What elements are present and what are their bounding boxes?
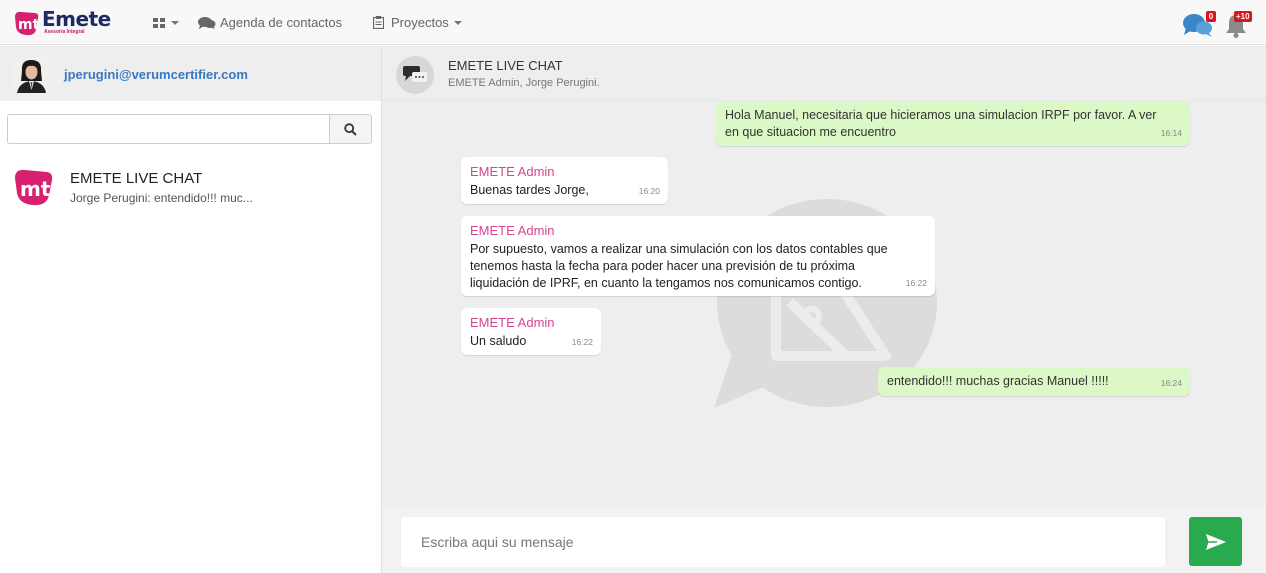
clipboard-icon bbox=[373, 16, 384, 29]
chat-window: EMETE LIVE CHAT EMETE Admin, Jorge Perug… bbox=[382, 46, 1266, 573]
message-incoming: EMETE Admin Buenas tardes Jorge, 16:20 bbox=[461, 157, 668, 204]
message-sender: EMETE Admin bbox=[470, 315, 555, 330]
message-time: 16:14 bbox=[1160, 128, 1182, 138]
notifications-button[interactable]: +10 bbox=[1222, 8, 1256, 38]
message-text: Hola Manuel, necesitaria que hicieramos … bbox=[725, 108, 1157, 139]
avatar[interactable] bbox=[13, 57, 50, 93]
paper-plane-icon bbox=[1205, 533, 1226, 550]
svg-text:mt: mt bbox=[18, 17, 40, 33]
message-sender: EMETE Admin bbox=[470, 164, 555, 179]
chat-header: EMETE LIVE CHAT EMETE Admin, Jorge Perug… bbox=[382, 46, 1266, 101]
apps-menu-dropdown[interactable] bbox=[153, 0, 179, 45]
chat-title: EMETE LIVE CHAT bbox=[448, 58, 563, 73]
nav-projects-dropdown[interactable]: Proyectos bbox=[373, 0, 462, 45]
svg-text:mt: mt bbox=[20, 177, 51, 201]
search-icon bbox=[344, 122, 357, 136]
search-button[interactable] bbox=[329, 114, 372, 144]
current-user-bar: jperugini@verumcertifier.com bbox=[0, 46, 381, 101]
message-time: 16:20 bbox=[638, 186, 660, 196]
notifications-count-badge: +10 bbox=[1234, 11, 1252, 22]
conversation-search bbox=[7, 114, 372, 144]
message-composer bbox=[382, 507, 1266, 573]
chat-notifications-button[interactable]: 0 bbox=[1182, 8, 1216, 38]
message-outgoing: entendido!!! muchas gracias Manuel !!!!!… bbox=[878, 367, 1190, 396]
message-outgoing: Hola Manuel, necesitaria que hicieramos … bbox=[716, 101, 1190, 146]
conversation-item[interactable]: mt EMETE LIVE CHAT Jorge Perugini: enten… bbox=[0, 158, 381, 218]
message-text: entendido!!! muchas gracias Manuel !!!!! bbox=[887, 374, 1109, 388]
search-input[interactable] bbox=[7, 114, 330, 144]
message-text: Por supuesto, vamos a realizar una simul… bbox=[470, 242, 888, 290]
nav-contacts-link[interactable]: Agenda de contactos bbox=[198, 0, 342, 45]
conversation-title: EMETE LIVE CHAT bbox=[70, 170, 203, 187]
message-text: Buenas tardes Jorge, bbox=[470, 183, 589, 197]
brand-logo[interactable]: mt Emete Asesoría Integral bbox=[12, 9, 111, 37]
chat-members: EMETE Admin, Jorge Perugini. bbox=[448, 77, 600, 89]
user-email-link[interactable]: jperugini@verumcertifier.com bbox=[64, 67, 248, 82]
message-time: 16:22 bbox=[905, 278, 927, 288]
message-time: 16:24 bbox=[1160, 378, 1182, 388]
send-button[interactable] bbox=[1189, 517, 1242, 566]
top-navbar: mt Emete Asesoría Integral Agenda de con… bbox=[0, 0, 1266, 45]
chevron-down-icon bbox=[171, 20, 179, 25]
comments-icon bbox=[198, 16, 216, 30]
message-incoming: EMETE Admin Un saludo 16:22 bbox=[461, 308, 601, 355]
emete-logo-icon: mt bbox=[15, 169, 53, 206]
conversation-preview: Jorge Perugini: entendido!!! muc... bbox=[70, 191, 253, 205]
emete-logo-icon: mt bbox=[15, 11, 40, 36]
conversations-panel: jperugini@verumcertifier.com mt EMETE LI… bbox=[0, 46, 382, 573]
message-sender: EMETE Admin bbox=[470, 223, 555, 238]
chevron-down-icon bbox=[453, 20, 462, 25]
message-incoming: EMETE Admin Por supuesto, vamos a realiz… bbox=[461, 216, 935, 296]
nav-projects-label: Proyectos bbox=[391, 15, 449, 30]
brand-name: Emete bbox=[42, 7, 111, 31]
nav-contacts-label: Agenda de contactos bbox=[220, 15, 343, 30]
message-time: 16:22 bbox=[571, 337, 593, 347]
group-chat-icon bbox=[396, 56, 434, 94]
chat-count-badge: 0 bbox=[1206, 11, 1216, 22]
message-input[interactable] bbox=[401, 517, 1165, 567]
grid-icon bbox=[153, 17, 165, 28]
